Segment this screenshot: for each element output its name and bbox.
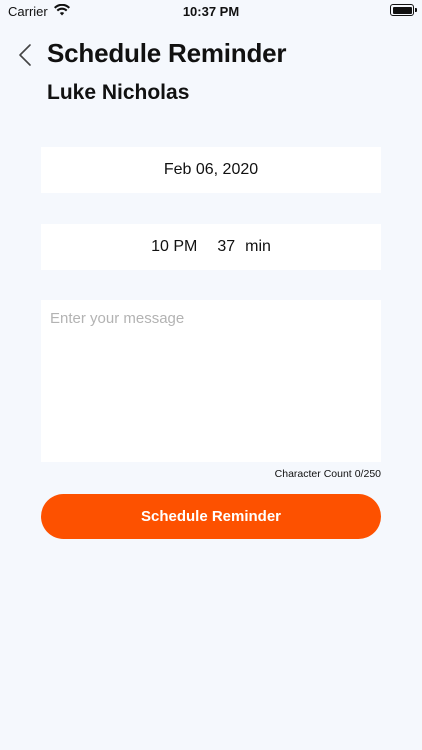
message-input[interactable] — [41, 300, 381, 462]
character-count-label: Character Count — [274, 468, 352, 480]
message-field[interactable] — [41, 300, 381, 462]
time-minute-value[interactable]: 37 — [217, 238, 235, 256]
battery-fill — [392, 6, 412, 14]
screen: Carrier 10:37 PM Schedule Reminder Luke … — [0, 0, 422, 750]
contact-name: Luke Nicholas — [47, 81, 190, 104]
page-title: Schedule Reminder — [47, 38, 287, 68]
back-button[interactable] — [12, 40, 38, 70]
schedule-reminder-button[interactable]: Schedule Reminder — [41, 494, 381, 539]
character-count: Character Count 0/250 — [275, 468, 381, 480]
date-value: Feb 06, 2020 — [163, 161, 259, 178]
status-bar: Carrier 10:37 PM — [0, 0, 422, 22]
time-minute-unit: min — [245, 238, 271, 255]
battery-icon — [390, 4, 417, 16]
character-count-value: 0/250 — [354, 468, 381, 480]
time-hour-value[interactable]: 10 PM — [151, 238, 197, 256]
status-right — [390, 4, 417, 16]
date-picker-field[interactable]: Feb 06, 2020 — [41, 147, 381, 193]
chevron-left-icon — [19, 44, 31, 66]
status-time: 10:37 PM — [182, 4, 240, 19]
time-picker-field[interactable]: 10 PM 37 min — [41, 224, 381, 270]
